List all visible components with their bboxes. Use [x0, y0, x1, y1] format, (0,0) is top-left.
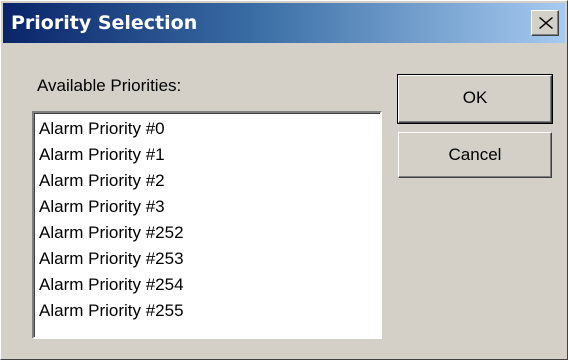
window-title: Priority Selection: [11, 12, 198, 34]
cancel-button[interactable]: Cancel: [398, 132, 552, 178]
list-item[interactable]: Alarm Priority #252: [39, 220, 380, 246]
list-item[interactable]: Alarm Priority #2: [39, 168, 380, 194]
list-item[interactable]: Alarm Priority #253: [39, 246, 380, 272]
list-item[interactable]: Alarm Priority #1: [39, 142, 380, 168]
close-button[interactable]: [531, 10, 559, 36]
title-bar[interactable]: Priority Selection: [3, 3, 565, 43]
available-priorities-label: Available Priorities:: [37, 76, 182, 95]
list-item[interactable]: Alarm Priority #255: [39, 298, 380, 324]
close-icon: [539, 17, 553, 29]
list-item[interactable]: Alarm Priority #3: [39, 194, 380, 220]
list-item[interactable]: Alarm Priority #254: [39, 272, 380, 298]
list-item[interactable]: Alarm Priority #0: [39, 116, 380, 142]
priority-selection-dialog: Priority Selection Available Priorities:…: [0, 0, 568, 360]
priority-listbox[interactable]: Alarm Priority #0 Alarm Priority #1 Alar…: [32, 111, 382, 339]
ok-button[interactable]: OK: [397, 74, 553, 124]
